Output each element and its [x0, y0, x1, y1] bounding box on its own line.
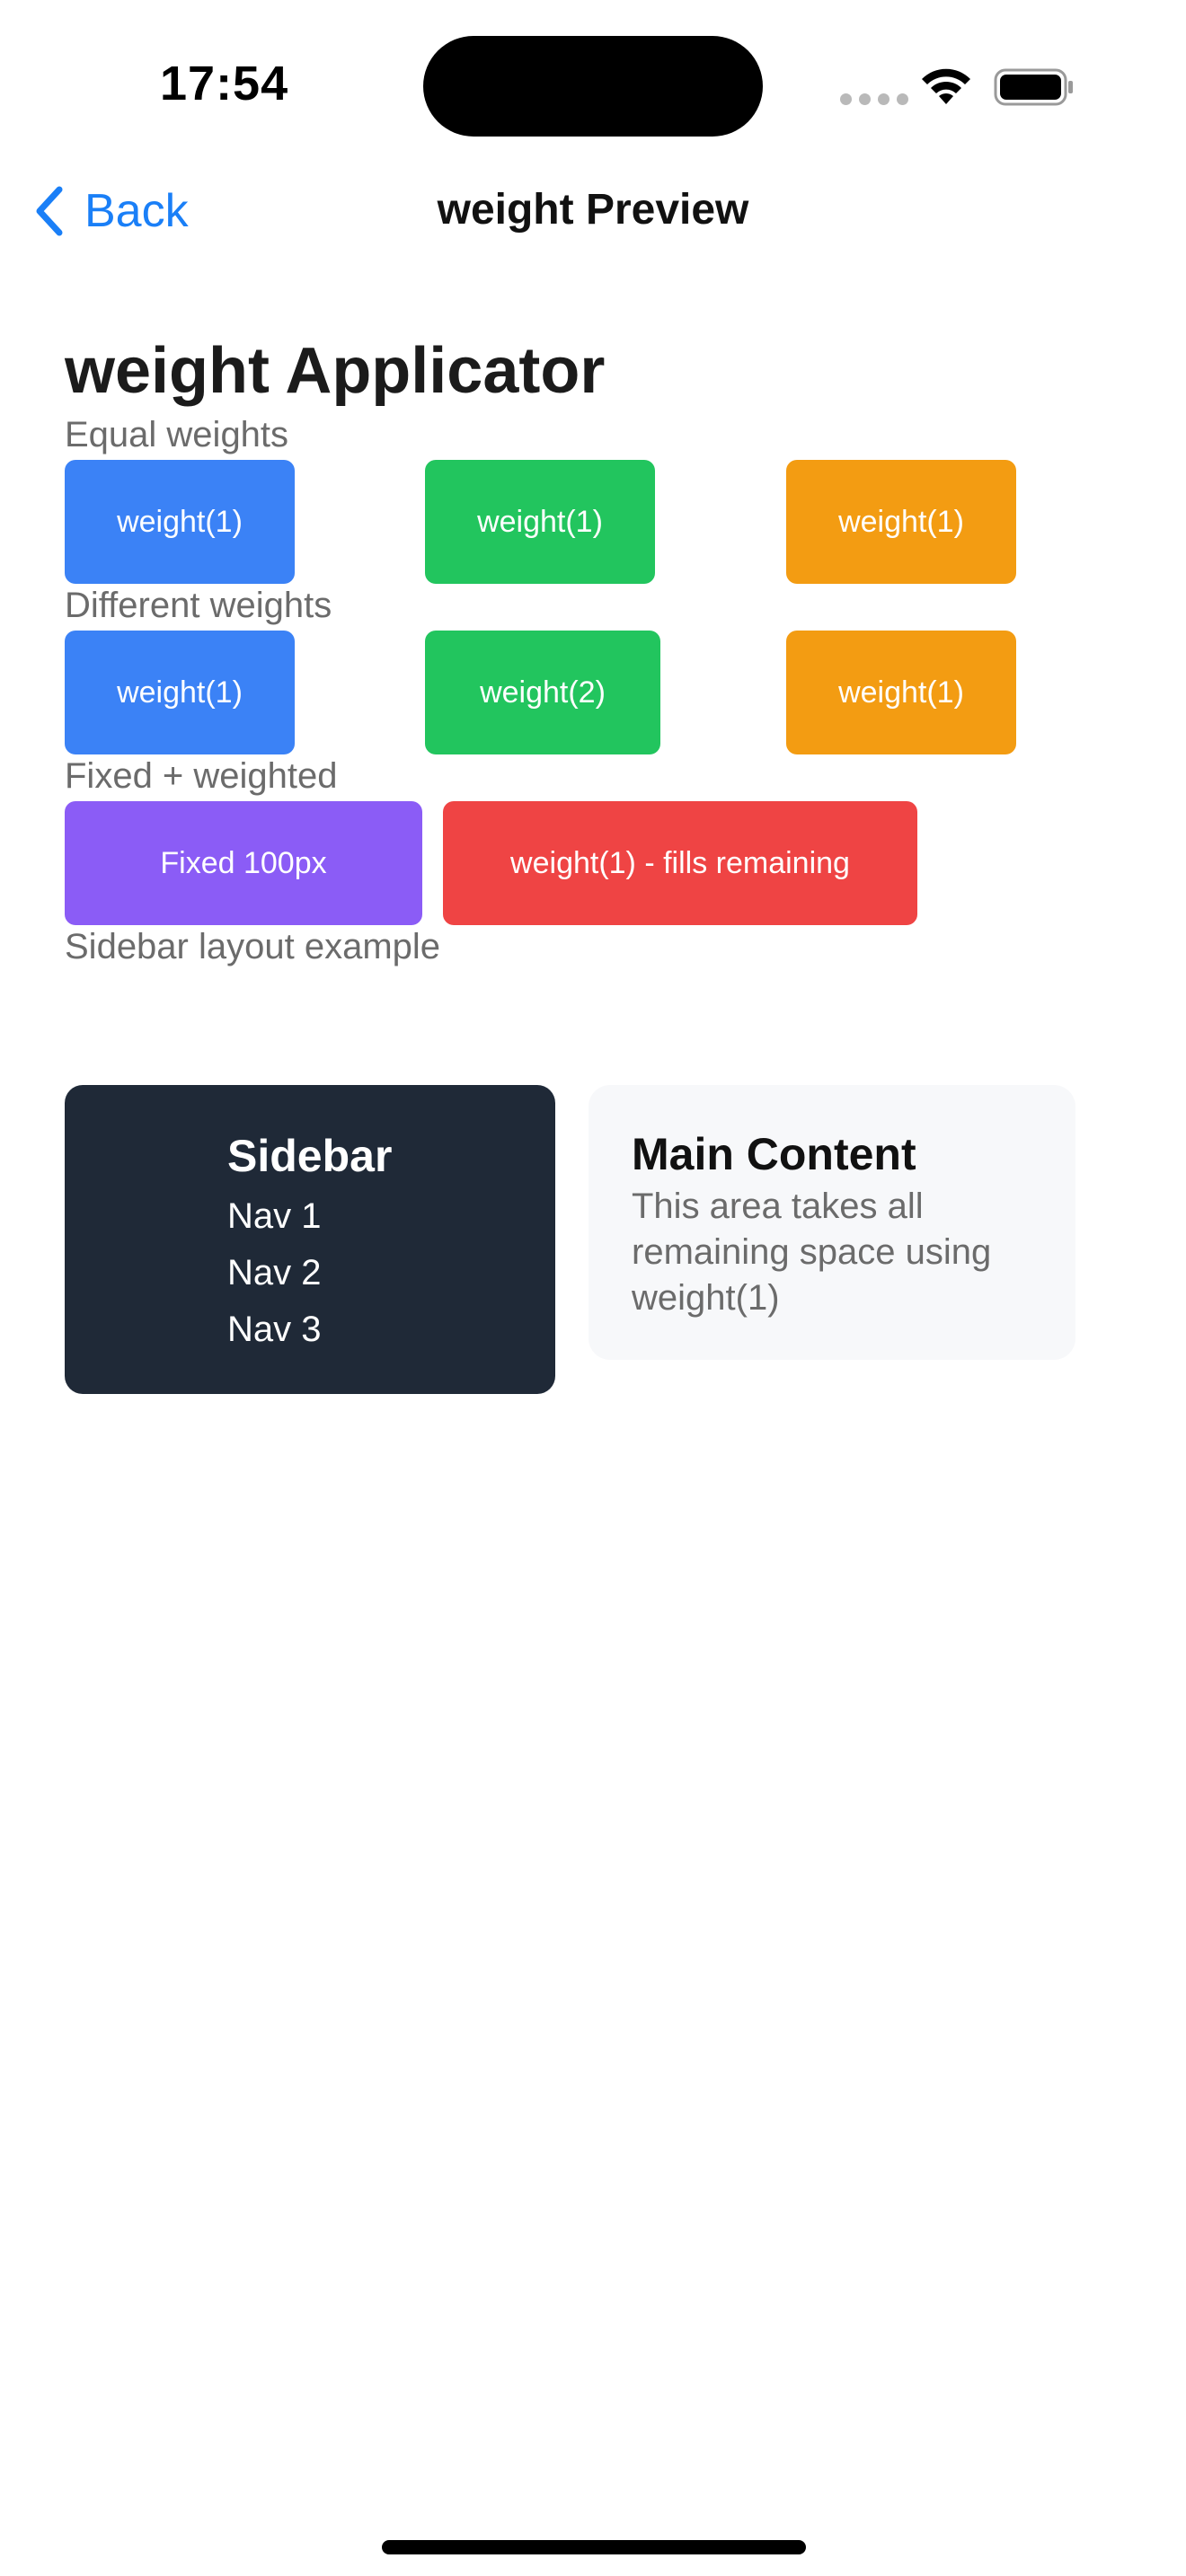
app-screen: 17:54 Back weight Preview weight Applica…	[0, 0, 1186, 2576]
section-label-fixed: Fixed + weighted	[65, 756, 338, 796]
cellular-signal-icon	[840, 93, 908, 105]
equal-box-2: weight(1)	[425, 460, 655, 584]
fixed-box: Fixed 100px	[65, 801, 422, 925]
weighted-fill-box: weight(1) - fills remaining	[443, 801, 917, 925]
battery-icon	[994, 68, 1073, 106]
different-box-2: weight(2)	[425, 631, 660, 754]
main-content-panel: Main Content This area takes all remaini…	[589, 1085, 1075, 1360]
section-label-different: Different weights	[65, 586, 332, 625]
sidebar-nav-item-2[interactable]: Nav 2	[227, 1253, 322, 1293]
home-indicator[interactable]	[382, 2540, 806, 2554]
sidebar-title: Sidebar	[227, 1131, 393, 1181]
main-content-title: Main Content	[632, 1129, 916, 1179]
sidebar-nav-item-1[interactable]: Nav 1	[227, 1196, 322, 1237]
page-heading: weight Applicator	[65, 335, 606, 407]
wifi-icon	[922, 68, 970, 104]
section-label-sidebar: Sidebar layout example	[65, 927, 441, 966]
section-label-equal: Equal weights	[65, 415, 289, 454]
main-content-description: This area takes all remaining space usin…	[632, 1187, 992, 1318]
equal-box-1: weight(1)	[65, 460, 295, 584]
different-box-3: weight(1)	[786, 631, 1016, 754]
sidebar-nav-item-3[interactable]: Nav 3	[227, 1310, 322, 1350]
equal-box-3: weight(1)	[786, 460, 1016, 584]
status-time: 17:54	[160, 57, 289, 110]
sidebar-panel: Sidebar Nav 1 Nav 2 Nav 3	[65, 1085, 555, 1394]
different-box-1: weight(1)	[65, 631, 295, 754]
nav-title: weight Preview	[437, 186, 749, 234]
dynamic-island	[423, 36, 763, 137]
